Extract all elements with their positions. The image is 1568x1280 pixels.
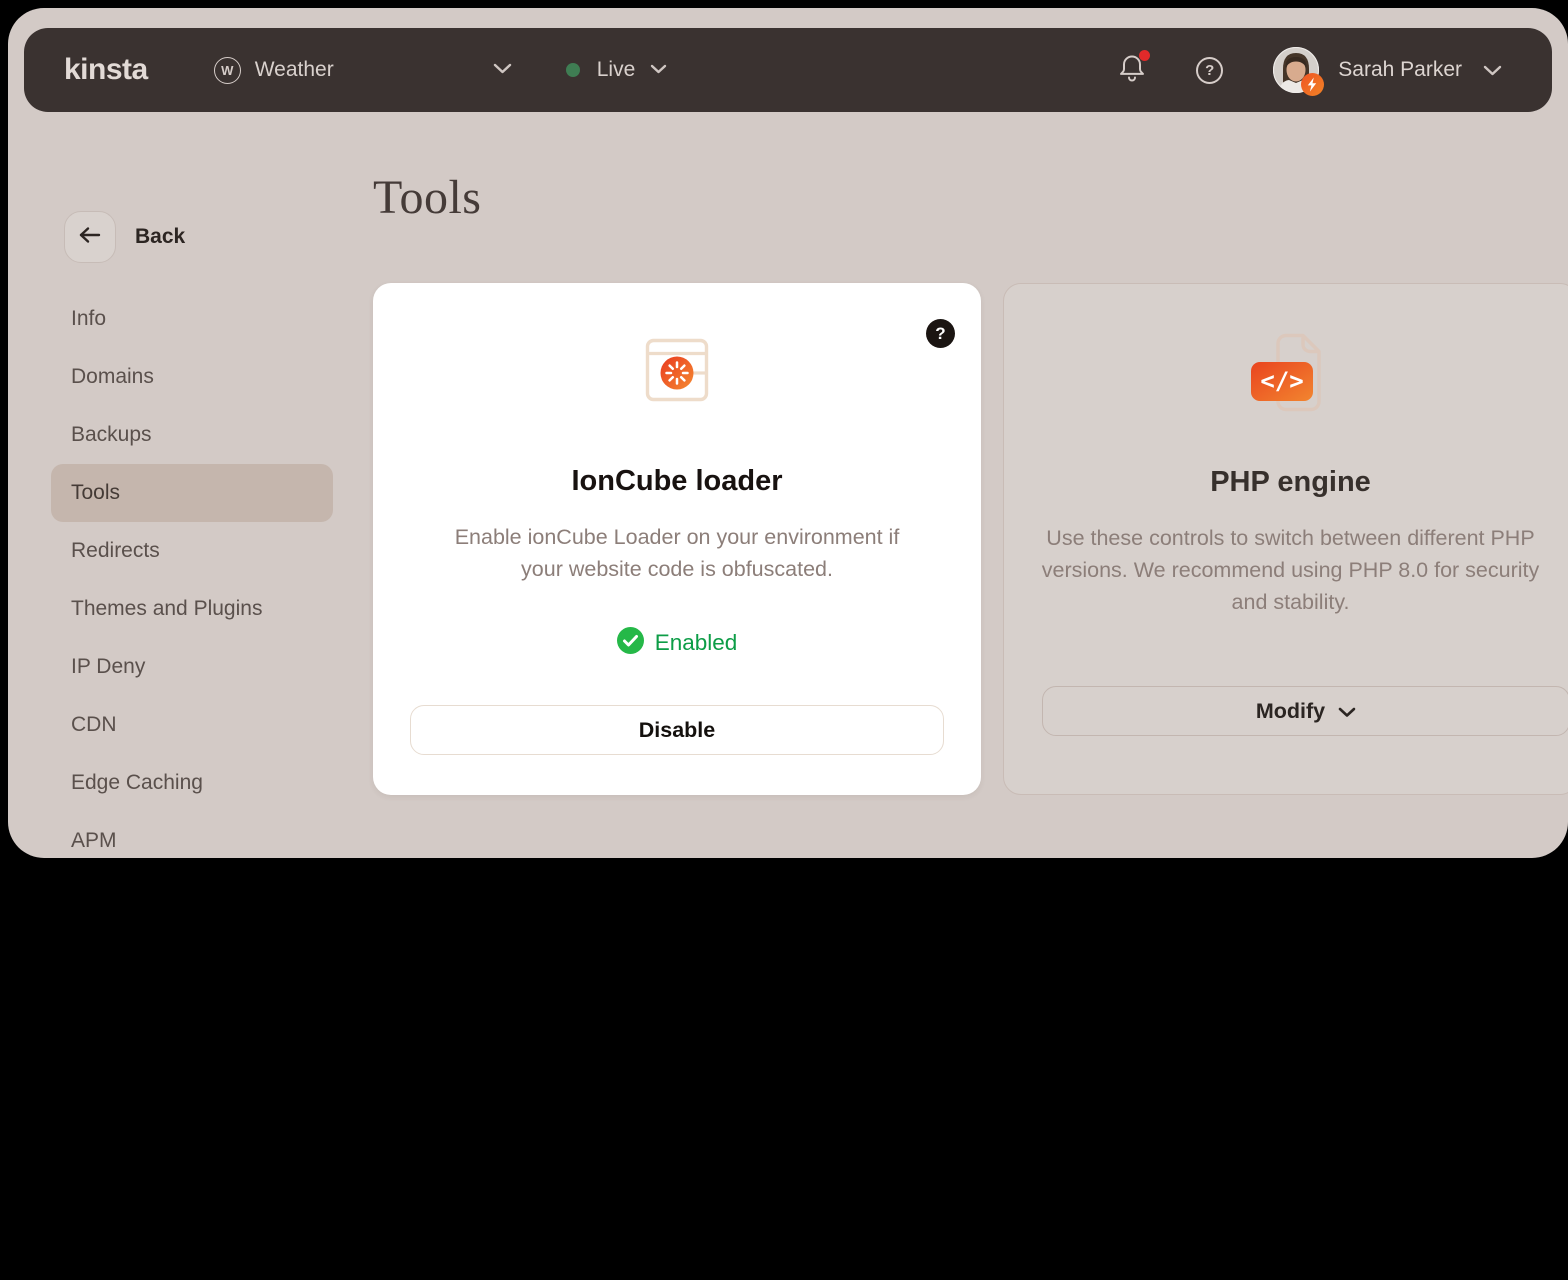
sidebar-item-edge-caching[interactable]: Edge Caching: [51, 754, 333, 812]
chevron-down-icon: [1338, 699, 1356, 724]
topbar-right-cluster: ?: [1118, 47, 1502, 93]
live-status-dot-icon: [566, 63, 580, 77]
page-title: Tools: [373, 170, 481, 225]
help-button[interactable]: ?: [1196, 57, 1223, 84]
sidebar-item-apm[interactable]: APM: [51, 812, 333, 858]
modify-button-label: Modify: [1256, 699, 1325, 724]
arrow-left-icon: [78, 226, 102, 249]
sidebar-item-info[interactable]: Info: [51, 290, 333, 348]
ioncube-card-title: IonCube loader: [373, 465, 981, 498]
notification-dot-icon: [1139, 50, 1150, 61]
wordpress-icon: W: [214, 57, 241, 84]
ioncube-loader-icon: [373, 337, 981, 403]
disable-button[interactable]: Disable: [410, 705, 944, 755]
sidebar-item-ip-deny[interactable]: IP Deny: [51, 638, 333, 696]
chevron-down-icon: [650, 61, 667, 79]
sidebar-item-tools[interactable]: Tools: [51, 464, 333, 522]
php-card-title: PHP engine: [1004, 466, 1568, 499]
lightning-icon: [1301, 73, 1324, 96]
check-circle-icon: [617, 627, 644, 659]
site-selector-label: Weather: [255, 58, 334, 82]
avatar[interactable]: [1273, 47, 1319, 93]
environment-selector-dropdown[interactable]: Live: [566, 58, 668, 82]
back-row: Back: [64, 211, 185, 263]
back-button[interactable]: [64, 211, 116, 263]
sidebar-item-redirects[interactable]: Redirects: [51, 522, 333, 580]
topbar: kinsta W Weather Live: [24, 28, 1552, 112]
disable-button-label: Disable: [639, 718, 715, 743]
site-selector-dropdown[interactable]: W Weather: [214, 57, 512, 84]
back-label: Back: [135, 225, 185, 249]
notifications-button[interactable]: [1118, 53, 1146, 88]
ioncube-status-label: Enabled: [655, 630, 738, 656]
sidebar-nav: Info Domains Backups Tools Redirects The…: [51, 290, 333, 858]
chevron-down-icon: [493, 61, 512, 79]
svg-text:</>: </>: [1260, 367, 1303, 395]
sidebar-item-backups[interactable]: Backups: [51, 406, 333, 464]
ioncube-loader-card: ?: [373, 283, 981, 795]
modify-button[interactable]: Modify: [1042, 686, 1568, 736]
user-name[interactable]: Sarah Parker: [1338, 58, 1462, 82]
php-card-description: Use these controls to switch between dif…: [1038, 522, 1543, 618]
php-engine-card: </> PHP engine Use these controls to swi…: [1003, 283, 1568, 795]
app-window: kinsta W Weather Live: [8, 8, 1568, 858]
ioncube-card-description: Enable ionCube Loader on your environmen…: [437, 521, 917, 585]
chevron-down-icon[interactable]: [1483, 65, 1502, 76]
kinsta-logo: kinsta: [64, 53, 148, 87]
sidebar-item-cdn[interactable]: CDN: [51, 696, 333, 754]
help-icon: ?: [1196, 57, 1223, 84]
environment-label: Live: [597, 58, 636, 82]
php-file-icon: </>: [1004, 330, 1568, 416]
sidebar-item-themes-and-plugins[interactable]: Themes and Plugins: [51, 580, 333, 638]
sidebar-item-domains[interactable]: Domains: [51, 348, 333, 406]
ioncube-status: Enabled: [373, 627, 981, 659]
